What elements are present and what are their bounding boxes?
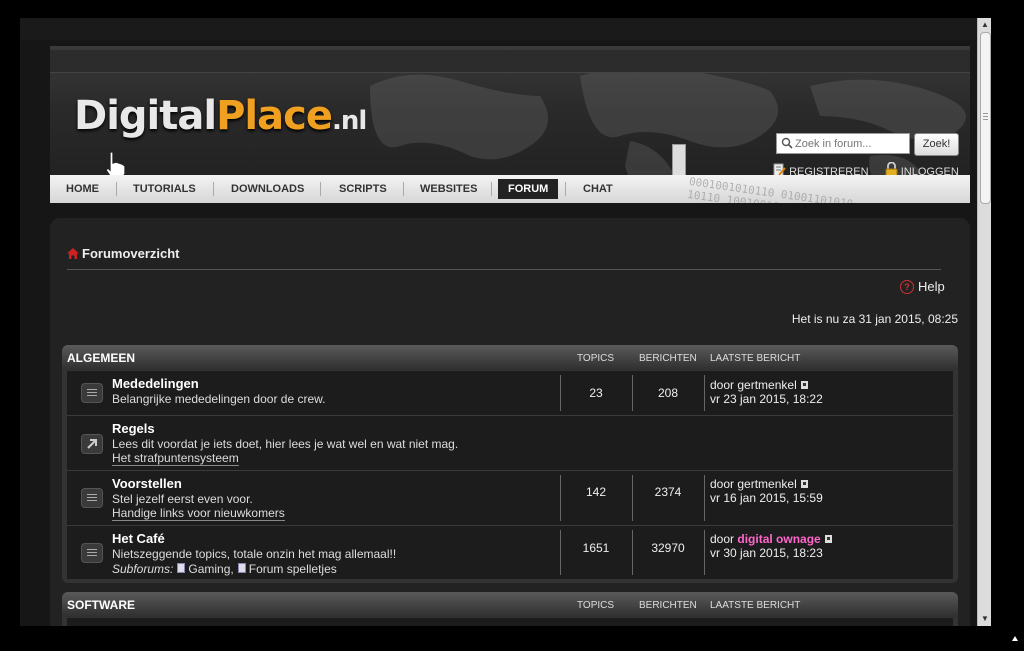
- arrow-link-icon: [87, 439, 97, 449]
- forum-title[interactable]: Het Café: [112, 531, 165, 546]
- page-scrollbar[interactable]: ▲ ▼: [977, 18, 991, 626]
- mouse-cursor-icon: [1012, 636, 1018, 641]
- category-title[interactable]: SOFTWARE: [67, 598, 135, 612]
- search-icon: [781, 137, 793, 149]
- nav-downloads[interactable]: DOWNLOADS: [231, 175, 304, 203]
- forum-subforums-icon: [81, 543, 103, 563]
- forum-description-link[interactable]: Het strafpuntensysteem: [112, 452, 239, 466]
- search-box: [776, 133, 910, 154]
- column-posts: BERICHTEN: [639, 353, 697, 364]
- nav-separator: [320, 182, 321, 196]
- forum-read-icon: [81, 383, 103, 403]
- forum-list: [67, 618, 953, 626]
- posts-count: 208: [657, 386, 679, 400]
- column-topics: TOPICS: [577, 353, 615, 364]
- nav-separator: [491, 182, 492, 196]
- column-posts: BERICHTEN: [639, 600, 697, 611]
- last-post-author[interactable]: gertmenkel: [737, 477, 796, 491]
- help-link[interactable]: ? Help: [900, 279, 945, 294]
- posts-count: 32970: [651, 541, 685, 555]
- breadcrumb[interactable]: Forumoverzicht: [67, 246, 180, 261]
- column-last-post: LAATSTE BERICHT: [710, 353, 801, 364]
- forum-description: Lees dit voordat je iets doet, hier lees…: [112, 437, 459, 451]
- browser-top-strip: [20, 18, 991, 40]
- goto-last-post-icon[interactable]: [800, 480, 808, 488]
- posts-count: 2374: [654, 485, 682, 499]
- last-post-date: vr 30 jan 2015, 18:23: [710, 546, 823, 560]
- forum-link-icon: [81, 434, 103, 454]
- column-last-post: LAATSTE BERICHT: [710, 600, 801, 611]
- category-algemeen: ALGEMEEN TOPICS BERICHTEN LAATSTE BERICH…: [62, 345, 958, 583]
- category-header: SOFTWARE TOPICS BERICHTEN LAATSTE BERICH…: [62, 592, 958, 617]
- browser-viewport: DigitalPlace.nl Zoek! REGISTREREN: [20, 18, 991, 626]
- search-input[interactable]: [795, 134, 905, 153]
- last-post-date: vr 23 jan 2015, 18:22: [710, 392, 823, 406]
- forum-row-mededelingen: Mededelingen Belangrijke mededelingen do…: [67, 371, 953, 416]
- forum-row-regels: Regels Lees dit voordat je iets doet, hi…: [67, 416, 953, 471]
- home-icon: [67, 248, 79, 259]
- forum-description: Nietszeggende topics, totale onzin het m…: [112, 547, 397, 561]
- topics-count: 142: [585, 485, 607, 499]
- forum-description: Belangrijke mededelingen door de crew.: [112, 392, 326, 406]
- nav-scripts[interactable]: SCRIPTS: [339, 175, 387, 203]
- column-divider: [704, 530, 705, 575]
- search-button[interactable]: Zoek!: [914, 133, 959, 156]
- site-logo[interactable]: DigitalPlace.nl: [74, 94, 367, 143]
- forum-row-voorstellen: Voorstellen Stel jezelf eerst even voor.…: [67, 471, 953, 526]
- forum-title[interactable]: Mededelingen: [112, 376, 199, 391]
- scroll-down-arrow-icon[interactable]: ▼: [980, 614, 990, 624]
- last-post: door gertmenkel vr 23 jan 2015, 18:22: [710, 378, 823, 406]
- forum-title[interactable]: Regels: [112, 421, 155, 436]
- forum-list: Mededelingen Belangrijke mededelingen do…: [67, 371, 953, 579]
- header-top-bar: [50, 50, 970, 73]
- last-post: door digital ownage vr 30 jan 2015, 18:2…: [710, 532, 832, 560]
- nav-tutorials[interactable]: TUTORIALS: [133, 175, 196, 203]
- topics-count: 1651: [582, 541, 610, 555]
- scroll-up-arrow-icon[interactable]: ▲: [980, 20, 990, 30]
- last-post: door gertmenkel vr 16 jan 2015, 15:59: [710, 477, 823, 505]
- forum-read-icon: [81, 488, 103, 508]
- nav-home[interactable]: HOME: [66, 175, 99, 203]
- subforum-link-gaming[interactable]: Gaming: [188, 562, 230, 576]
- nav-separator: [403, 182, 404, 196]
- help-icon: ?: [900, 280, 914, 294]
- binary-decoration: 0001001010110 0100110101010110 100100101…: [686, 175, 854, 203]
- subforum-link-forum-spelletjes[interactable]: Forum spelletjes: [249, 562, 337, 576]
- subforum-icon: [237, 563, 246, 573]
- goto-last-post-icon[interactable]: [824, 535, 832, 543]
- scrollbar-thumb[interactable]: [980, 32, 991, 204]
- goto-last-post-icon[interactable]: [800, 381, 808, 389]
- column-divider: [704, 475, 705, 521]
- forum-description: Stel jezelf eerst even voor.: [112, 492, 253, 506]
- nav-websites[interactable]: WEBSITES: [420, 175, 477, 203]
- breadcrumb-divider: [67, 269, 941, 270]
- nav-chat[interactable]: CHAT: [583, 175, 613, 203]
- category-header: ALGEMEEN TOPICS BERICHTEN LAATSTE BERICH…: [62, 345, 958, 370]
- last-post-date: vr 16 jan 2015, 15:59: [710, 491, 823, 505]
- topics-count: 23: [589, 386, 603, 400]
- main-navbar: 0001001010110 0100110101010110 100100101…: [50, 175, 970, 203]
- nav-separator: [565, 182, 566, 196]
- nav-forum[interactable]: FORUM: [498, 179, 559, 199]
- column-divider: [704, 375, 705, 411]
- category-title[interactable]: ALGEMEEN: [67, 351, 135, 365]
- forum-row-het-cafe: Het Café Nietszeggende topics, totale on…: [67, 526, 953, 579]
- subforums-list: Subforums: Gaming, Forum spelletjes: [112, 562, 337, 576]
- forum-title[interactable]: Voorstellen: [112, 476, 182, 491]
- nav-separator: [116, 182, 117, 196]
- last-post-author[interactable]: digital ownage: [737, 532, 820, 546]
- current-datetime: Het is nu za 31 jan 2015, 08:25: [791, 312, 958, 326]
- column-topics: TOPICS: [577, 600, 615, 611]
- last-post-author[interactable]: gertmenkel: [737, 378, 796, 392]
- category-software: SOFTWARE TOPICS BERICHTEN LAATSTE BERICH…: [62, 592, 958, 626]
- nav-separator: [213, 182, 214, 196]
- forum-content: Forumoverzicht ? Help Het is nu za 31 jan…: [50, 218, 970, 626]
- forum-description-link[interactable]: Handige links voor nieuwkomers: [112, 507, 285, 521]
- subforum-icon: [177, 563, 186, 573]
